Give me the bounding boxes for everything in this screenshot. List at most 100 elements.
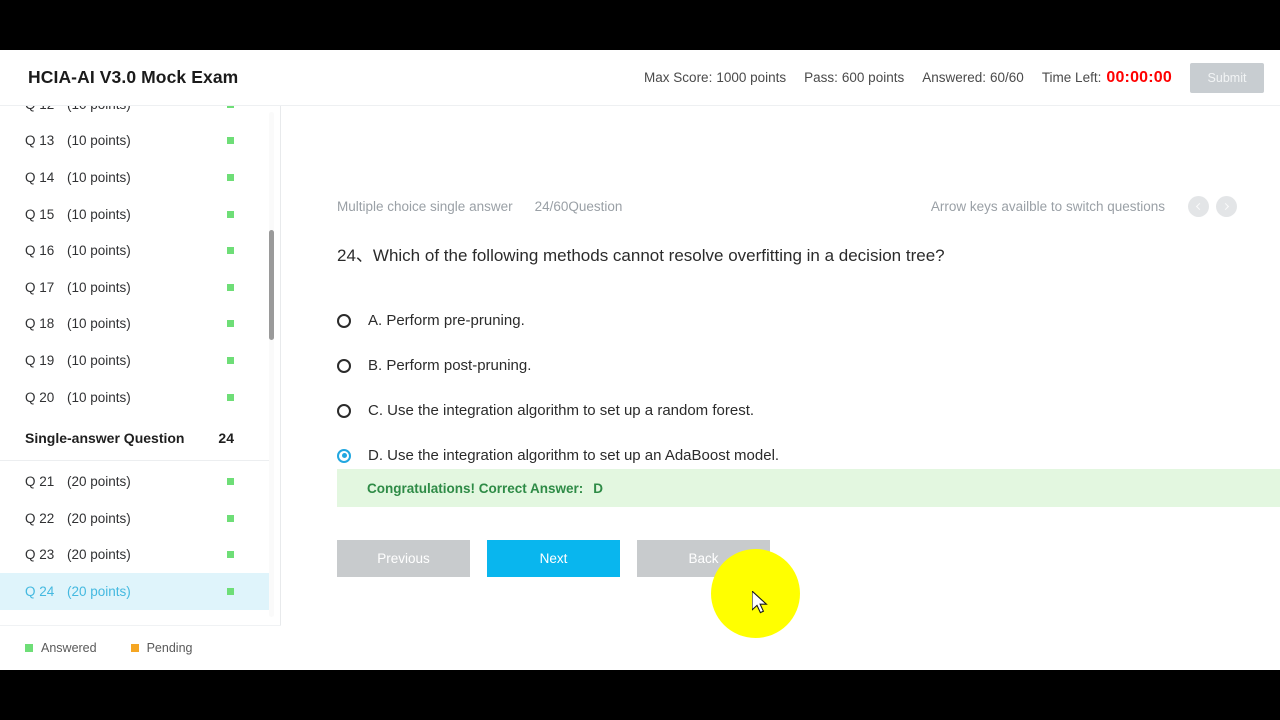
stat-max-score: Max Score: 1000 points [644, 70, 786, 85]
next-button[interactable]: Next [487, 540, 620, 577]
question-points: (10 points) [67, 106, 131, 112]
question-points: (10 points) [67, 133, 131, 149]
sidebar-section-count: 24 [218, 429, 234, 446]
question-list-item[interactable]: Q 19 (10 points) [0, 342, 270, 379]
back-button[interactable]: Back [637, 540, 770, 577]
sidebar-section-header: Single-answer Question 24 [0, 415, 270, 462]
question-text: 24、Which of the following methods cannot… [337, 246, 945, 265]
question-list-item[interactable]: Q 12 (10 points) [0, 106, 270, 123]
letterbox-bottom [0, 670, 1280, 720]
question-status-dot [227, 247, 234, 255]
sidebar-scrollbar-thumb[interactable] [269, 230, 274, 340]
question-status-dot [227, 478, 234, 486]
legend-label-answered: Answered [41, 641, 97, 655]
question-points: (10 points) [67, 169, 131, 185]
question-id: Q 18 [25, 316, 55, 332]
stat-pass: Pass: 600 points [804, 70, 904, 85]
option-label-a: A. Perform pre-pruning. [368, 312, 525, 329]
question-points: (20 points) [67, 474, 131, 490]
question-status-dot [227, 210, 234, 218]
question-id: Q 16 [25, 243, 55, 259]
question-progress-label: 24/60Question [534, 199, 623, 214]
stat-pass-value: 600 points [841, 70, 905, 85]
option-row-c[interactable]: C. Use the integration algorithm to set … [337, 388, 1237, 433]
previous-question-arrow-button[interactable] [1188, 196, 1209, 217]
option-list: A. Perform pre-pruning. B. Perform post-… [337, 298, 1237, 478]
stat-max-score-value: 1000 points [716, 70, 787, 85]
question-list-item[interactable]: Q 15 (10 points) [0, 196, 270, 233]
question-type-label: Multiple choice single answer [337, 199, 513, 214]
option-row-a[interactable]: A. Perform pre-pruning. [337, 298, 1237, 343]
sidebar-scroll-area[interactable]: Q 12 (10 points) Q 13 (10 points) Q 14 (… [0, 106, 281, 625]
radio-icon-a[interactable] [337, 313, 351, 328]
question-id: Q 12 [25, 106, 67, 112]
question-points: (10 points) [67, 243, 131, 259]
question-list-item[interactable]: Q 20 (10 points) [0, 379, 270, 416]
option-label-d: D. Use the integration algorithm to set … [368, 447, 780, 464]
question-list-item[interactable]: Q 22 (20 points) [0, 500, 270, 537]
arrow-keys-hint: Arrow keys availble to switch questions [930, 199, 1165, 214]
question-status-dot [227, 587, 234, 595]
previous-button[interactable]: Previous [337, 540, 470, 577]
question-id: Q 22 [25, 510, 55, 526]
question-id: Q 21 [25, 474, 55, 490]
sidebar-section-title: Single-answer Question [25, 429, 185, 446]
correct-answer-banner: Congratulations! Correct Answer: D [337, 469, 1280, 507]
question-points: (10 points) [67, 316, 131, 332]
question-list-item-active[interactable]: Q 24 (20 points) [0, 573, 270, 610]
legend-label-pending: Pending [146, 641, 193, 655]
question-meta: Multiple choice single answer 24/60Quest… [337, 196, 1237, 217]
question-status-dot [227, 393, 234, 401]
option-label-b: B. Perform post-pruning. [368, 357, 532, 374]
question-list: Q 12 (10 points) Q 13 (10 points) Q 14 (… [0, 106, 270, 610]
question-list-item[interactable]: Q 16 (10 points) [0, 232, 270, 269]
question-status-dot [227, 551, 234, 559]
question-status-dot [227, 137, 234, 145]
question-points: (20 points) [67, 583, 131, 599]
radio-icon-d-selected[interactable] [337, 448, 351, 463]
question-points: (20 points) [67, 547, 131, 563]
stat-time-left-value: 00:00:00 [1106, 68, 1172, 86]
sidebar-legend: Answered Pending [0, 625, 281, 670]
question-id: Q 19 [25, 352, 55, 368]
sidebar-scrollbar[interactable] [269, 112, 274, 617]
stat-time-left: Time Left: 00:00:00 [1042, 69, 1172, 87]
exam-app: HCIA-AI V3.0 Mock Exam Max Score: 1000 po… [0, 50, 1280, 670]
legend-item-answered: Answered [25, 641, 97, 655]
stat-pass-label: Pass: [804, 70, 838, 85]
action-buttons: Previous Next Back [337, 540, 770, 577]
radio-icon-b[interactable] [337, 358, 351, 373]
question-points: (10 points) [67, 352, 131, 368]
correct-answer-value: D [593, 480, 604, 496]
question-id: Q 14 [25, 169, 55, 185]
app-title: HCIA-AI V3.0 Mock Exam [28, 67, 239, 87]
question-list-item[interactable]: Q 13 (10 points) [0, 123, 270, 160]
submit-button[interactable]: Submit [1190, 62, 1264, 93]
question-status-dot [227, 320, 234, 328]
question-list-item[interactable]: Q 14 (10 points) [0, 159, 270, 196]
option-label-c: C. Use the integration algorithm to set … [368, 402, 755, 419]
stat-answered-label: Answered: [922, 70, 987, 85]
chevron-left-icon [1195, 202, 1204, 211]
question-list-item[interactable]: Q 21 (20 points) [0, 463, 270, 500]
question-points: (20 points) [67, 510, 131, 526]
stat-answered: Answered: 60/60 [922, 70, 1024, 85]
stat-time-left-label: Time Left: [1041, 69, 1102, 85]
app-header: HCIA-AI V3.0 Mock Exam Max Score: 1000 po… [0, 50, 1280, 106]
screen: HCIA-AI V3.0 Mock Exam Max Score: 1000 po… [0, 0, 1280, 720]
question-list-item[interactable]: Q 18 (10 points) [0, 306, 270, 343]
question-list-item[interactable]: Q 23 (20 points) [0, 537, 270, 574]
letterbox-top [0, 0, 1280, 50]
question-list-item[interactable]: Q 17 (10 points) [0, 269, 270, 306]
question-id: Q 13 [25, 133, 55, 149]
chevron-right-icon [1221, 202, 1230, 211]
question-panel: Multiple choice single answer 24/60Quest… [282, 106, 1280, 670]
option-row-b[interactable]: B. Perform post-pruning. [337, 343, 1237, 388]
pending-swatch-icon [130, 644, 139, 652]
question-id: Q 20 [25, 389, 55, 405]
radio-icon-c[interactable] [337, 403, 351, 418]
question-status-dot [227, 173, 234, 181]
legend-item-pending: Pending [130, 641, 193, 655]
next-question-arrow-button[interactable] [1216, 196, 1237, 217]
answered-swatch-icon [25, 644, 33, 652]
